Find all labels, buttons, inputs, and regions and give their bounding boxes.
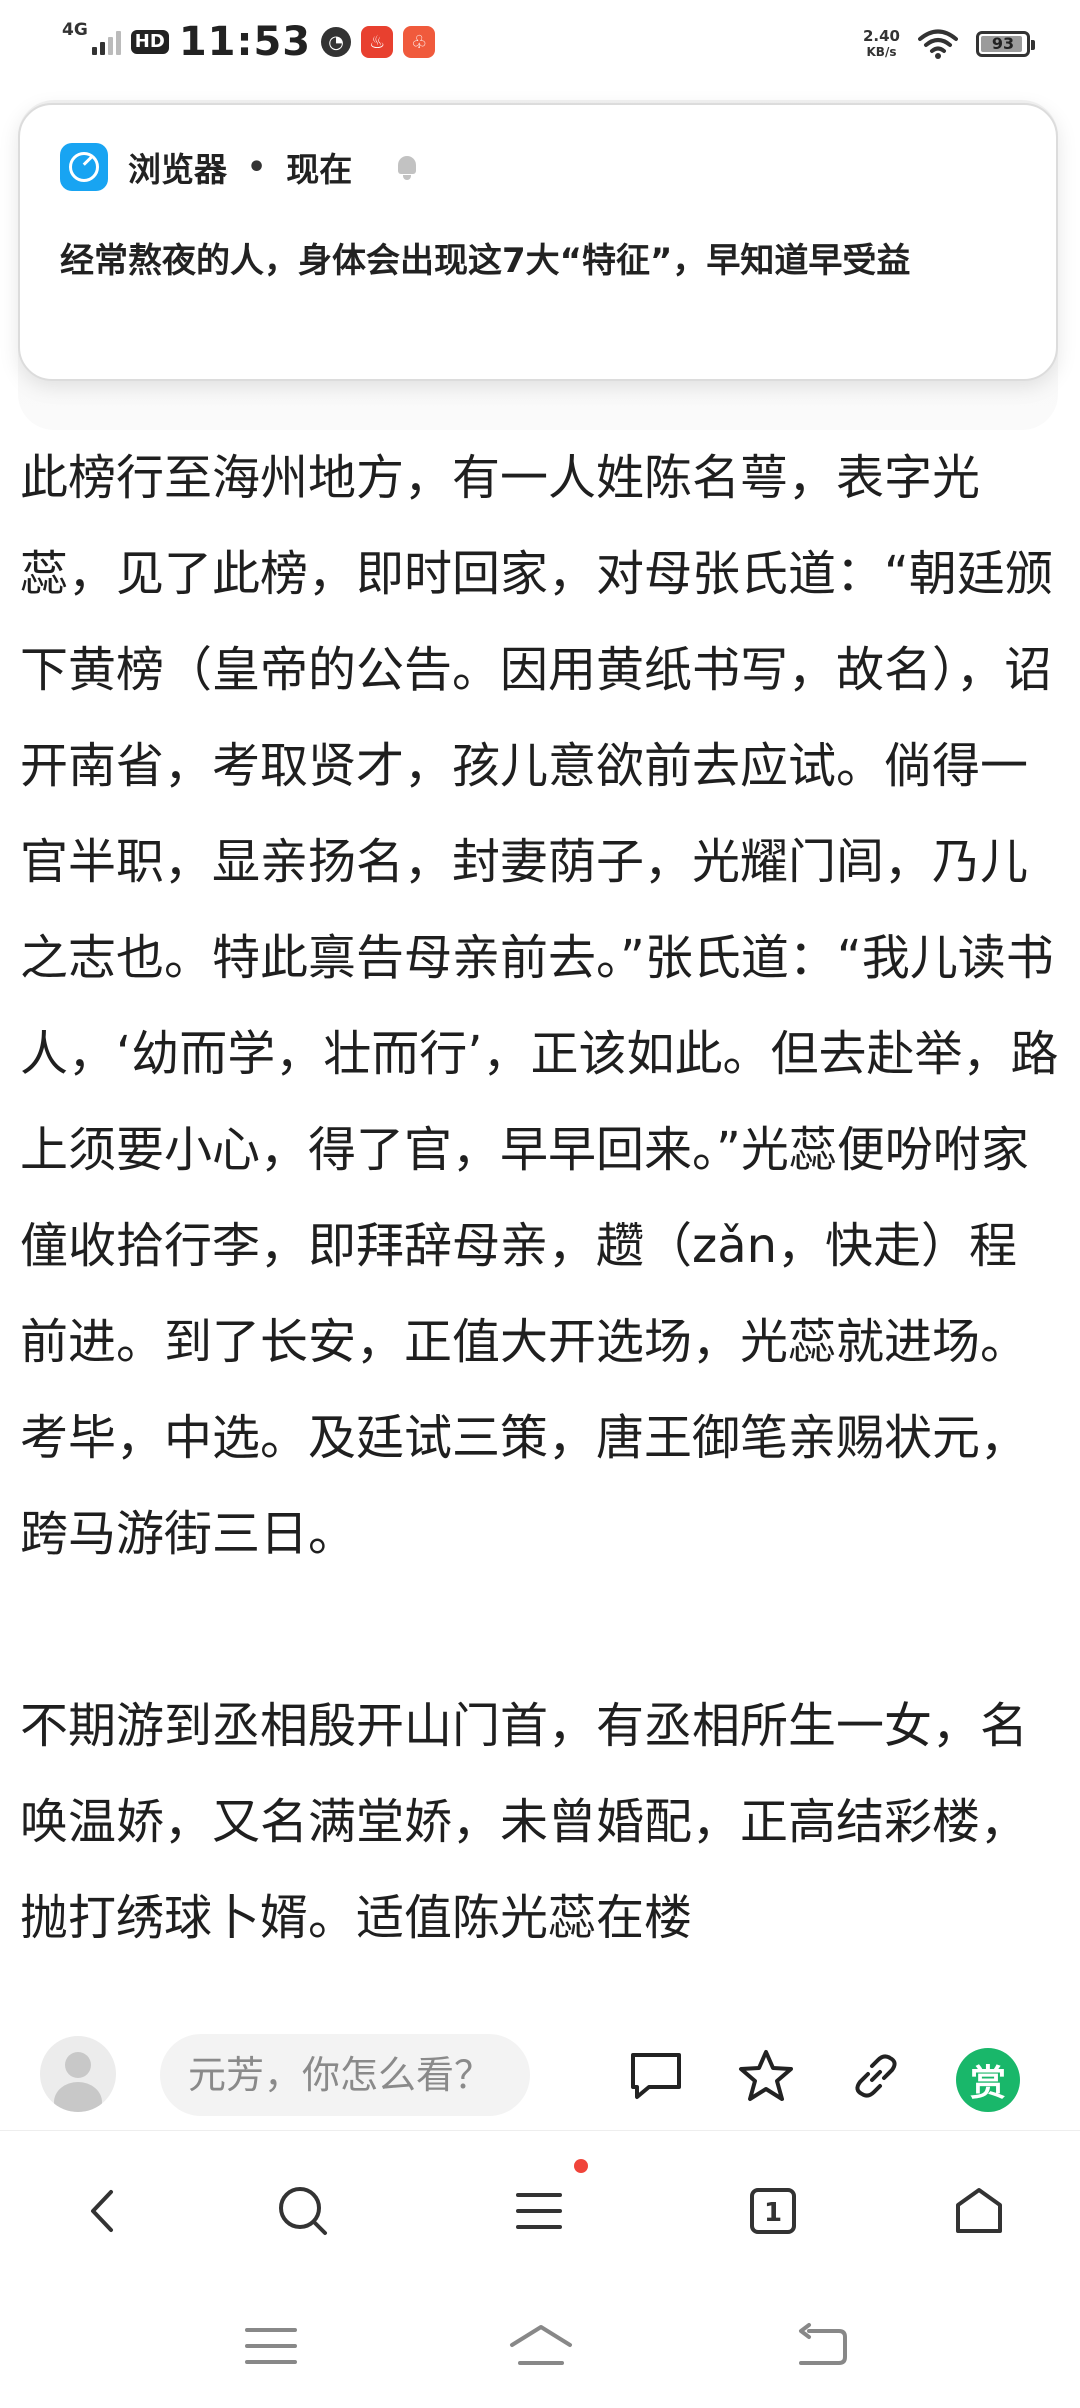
menu-icon xyxy=(516,2193,562,2229)
network-speed-value: 2.40 xyxy=(862,27,900,45)
chevron-left-icon xyxy=(91,2190,113,2232)
clock: 11:53 xyxy=(178,19,312,65)
compass-icon: ◔ xyxy=(321,27,352,57)
recents-button[interactable] xyxy=(236,2316,306,2376)
notification-time: 现在 xyxy=(286,150,353,189)
notification-card[interactable]: 浏览器 • 现在 经常熬夜的人，身体会出现这7大“特征”，早知道早受益 xyxy=(18,103,1058,381)
system-home-button[interactable] xyxy=(506,2316,576,2376)
network-speed: 2.40 KB/s xyxy=(863,28,900,60)
tabs-icon: 1 xyxy=(750,2188,796,2234)
reward-button[interactable]: 赏 xyxy=(956,2048,1020,2112)
star-icon[interactable] xyxy=(736,2046,796,2106)
network-type: 4G xyxy=(62,19,88,40)
browser-app-icon xyxy=(60,143,108,191)
store-app-icon: ♧ xyxy=(403,26,436,58)
menu-button[interactable] xyxy=(504,2176,574,2246)
article-paragraph: 此榜行至海州地方，有一人姓陈名萼，表字光蕊，见了此榜，即时回家，对母张氏道：“朝… xyxy=(20,450,1059,1562)
tabs-button[interactable]: 1 xyxy=(738,2176,808,2246)
comment-input[interactable] xyxy=(160,2034,530,2116)
system-back-icon xyxy=(799,2323,847,2365)
battery-percent: 93 xyxy=(991,34,1015,53)
comment-bar: 赏 xyxy=(0,2010,1080,2130)
notification-header: 浏览器 • 现在 xyxy=(60,143,420,191)
home-icon xyxy=(956,2188,1002,2233)
hd-badge: HD xyxy=(130,30,169,54)
tabs-count: 1 xyxy=(764,2198,782,2228)
system-back-button[interactable] xyxy=(786,2316,856,2376)
network-speed-unit: KB/s xyxy=(866,45,897,59)
system-home-icon xyxy=(510,2325,572,2365)
notification-app-name: 浏览器 xyxy=(128,150,227,189)
comment-icon[interactable] xyxy=(626,2046,686,2106)
article-body: 此榜行至海州地方，有一人姓陈名萼，表字光蕊，见了此榜，即时回家，对母张氏道：“朝… xyxy=(20,430,1065,1966)
avatar[interactable] xyxy=(40,2036,116,2112)
back-button[interactable] xyxy=(68,2176,138,2246)
news-app-icon: ♨ xyxy=(361,26,394,58)
home-button[interactable] xyxy=(944,2176,1014,2246)
status-left: 4G HD 11:53 ◔ ♨ ♧ xyxy=(62,14,436,70)
status-right: 2.40 KB/s 93 xyxy=(863,20,1035,68)
link-icon[interactable] xyxy=(846,2046,906,2106)
signal-icon xyxy=(91,29,121,55)
bell-icon xyxy=(394,154,420,180)
status-bar: 4G HD 11:53 ◔ ♨ ♧ 2.40 KB/s 93 xyxy=(0,0,1080,86)
search-icon xyxy=(279,2187,327,2235)
article-paragraph: 不期游到丞相殷开山门首，有丞相所生一女，名唤温娇，又名满堂娇，未曾婚配，正高结彩… xyxy=(20,1698,1029,1946)
search-button[interactable] xyxy=(268,2176,338,2246)
wifi-icon xyxy=(918,29,958,59)
browser-toolbar: 1 xyxy=(0,2130,1080,2281)
menu-notification-dot xyxy=(574,2159,588,2173)
recents-icon xyxy=(245,2328,297,2364)
system-navigation xyxy=(0,2280,1080,2408)
battery-icon: 93 xyxy=(976,31,1035,57)
notification-text: 经常熬夜的人，身体会出现这7大“特征”，早知道早受益 xyxy=(60,241,911,281)
notification-separator: • xyxy=(247,149,267,185)
